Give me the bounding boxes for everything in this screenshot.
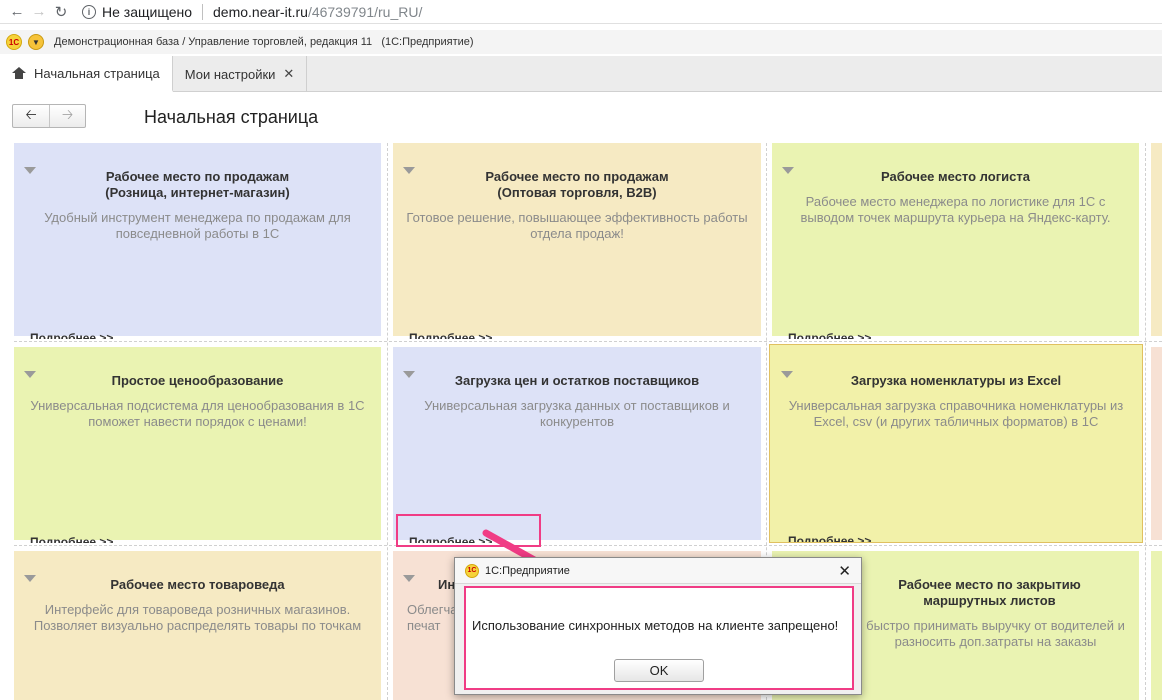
ok-button[interactable]: OK <box>614 659 704 682</box>
dialog-title-bar: 1С 1С:Предприятие <box>455 558 861 584</box>
dialog-body: Использование синхронных методов на клие… <box>464 586 854 690</box>
dialog-message: Использование синхронных методов на клие… <box>472 618 839 633</box>
error-dialog: 1С 1С:Предприятие ✕ Использование синхро… <box>454 557 862 695</box>
logo-1c-icon: 1С <box>465 563 479 578</box>
dialog-title: 1С:Предприятие <box>485 564 570 577</box>
close-icon[interactable]: ✕ <box>838 562 851 580</box>
